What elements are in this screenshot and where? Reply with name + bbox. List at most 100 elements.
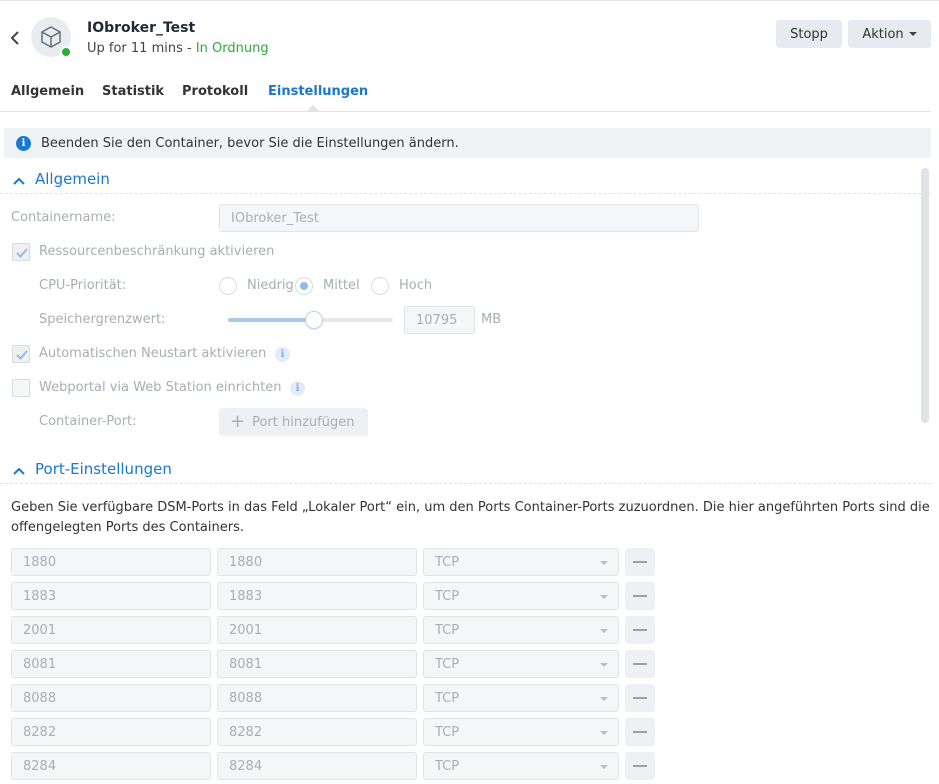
protocol-value: TCP (435, 690, 460, 706)
port-mapping-row: 1880 1880 TCP (0, 548, 660, 576)
dropdown-arrow-icon (600, 697, 608, 701)
protocol-select[interactable]: TCP (423, 650, 619, 678)
section-general-title: Allgemein (35, 170, 110, 188)
plus-icon: + (230, 411, 246, 432)
local-port-input[interactable]: 2001 (11, 616, 211, 644)
section-general-header[interactable]: Allgemein (0, 170, 931, 194)
container-port-input[interactable]: 8284 (217, 752, 417, 780)
webportal-label: Webportal via Web Station einrichten (39, 380, 282, 395)
auto-restart-checkbox[interactable] (12, 345, 30, 363)
port-mapping-row: 8284 8284 TCP (0, 752, 660, 780)
container-name-input[interactable]: IObroker_Test (219, 204, 699, 232)
port-mapping-row: 8081 8081 TCP (0, 650, 660, 678)
info-banner-text: Beenden Sie den Container, bevor Sie die… (41, 135, 459, 151)
port-mapping-row: 2001 2001 TCP (0, 616, 660, 644)
port-mapping-row: 8088 8088 TCP (0, 684, 660, 712)
protocol-select[interactable]: TCP (423, 548, 619, 576)
action-dropdown-button[interactable]: Aktion (848, 20, 931, 48)
top-divider (0, 0, 939, 1)
remove-port-button[interactable] (625, 650, 655, 678)
local-port-input[interactable]: 1880 (11, 548, 211, 576)
local-port-input[interactable]: 8081 (11, 650, 211, 678)
section-port-settings-title: Port-Einstellungen (35, 460, 172, 478)
port-settings-description: Geben Sie verfügbare DSM-Ports in das Fe… (11, 500, 930, 535)
remove-port-button[interactable] (625, 718, 655, 746)
dropdown-arrow-icon (600, 629, 608, 633)
protocol-select[interactable]: TCP (423, 616, 619, 644)
tab-log[interactable]: Protokoll (182, 84, 248, 99)
container-port-input[interactable]: 8088 (217, 684, 417, 712)
container-port-input[interactable]: 2001 (217, 616, 417, 644)
memory-slider-thumb[interactable] (305, 311, 323, 329)
add-port-button[interactable]: + Port hinzufügen (219, 408, 368, 436)
protocol-value: TCP (435, 622, 460, 638)
container-port-input[interactable]: 8081 (217, 650, 417, 678)
container-port-input[interactable]: 8282 (217, 718, 417, 746)
memory-value-input[interactable]: 10795 (404, 306, 475, 334)
dropdown-arrow-icon (600, 731, 608, 735)
tab-general[interactable]: Allgemein (11, 84, 84, 99)
remove-port-button[interactable] (625, 582, 655, 610)
container-port-input[interactable]: 1883 (217, 582, 417, 610)
dropdown-arrow-icon (600, 663, 608, 667)
local-port-input[interactable]: 8282 (11, 718, 211, 746)
protocol-select[interactable]: TCP (423, 752, 619, 780)
remove-port-button[interactable] (625, 548, 655, 576)
port-mapping-row: 8282 8282 TCP (0, 718, 660, 746)
action-button-label: Aktion (862, 26, 904, 42)
container-port-label: Container-Port: (39, 414, 137, 429)
health-status: In Ordnung (195, 41, 269, 56)
local-port-input[interactable]: 8088 (11, 684, 211, 712)
cpu-high-label: Hoch (399, 278, 433, 293)
protocol-value: TCP (435, 758, 460, 774)
uptime-text: Up for 11 mins - (87, 41, 196, 56)
memory-unit-label: MB (481, 312, 502, 327)
container-subtitle: Up for 11 mins - In Ordnung (87, 41, 269, 56)
webportal-checkbox[interactable] (12, 379, 30, 397)
running-status-dot (60, 46, 72, 58)
back-chevron-icon[interactable] (9, 29, 23, 47)
info-icon: i (16, 135, 31, 151)
local-port-input[interactable]: 1883 (11, 582, 211, 610)
protocol-select[interactable]: TCP (423, 718, 619, 746)
info-banner: i Beenden Sie den Container, bevor Sie d… (4, 128, 931, 158)
cpu-low-label: Niedrig (247, 278, 294, 293)
dropdown-arrow-icon (600, 561, 608, 565)
caret-down-icon (908, 32, 917, 36)
vertical-scrollbar[interactable] (921, 168, 929, 423)
section-port-settings-header[interactable]: Port-Einstellungen (0, 460, 931, 484)
remove-port-button[interactable] (625, 752, 655, 780)
container-port-input[interactable]: 1880 (217, 548, 417, 576)
container-title: IObroker_Test (87, 20, 196, 36)
memory-slider-fill (228, 318, 314, 322)
resource-limit-checkbox[interactable] (12, 243, 30, 261)
protocol-value: TCP (435, 554, 460, 570)
auto-restart-label: Automatischen Neustart aktivieren (39, 346, 267, 361)
cpu-high-radio[interactable] (371, 277, 389, 295)
dropdown-arrow-icon (600, 765, 608, 769)
auto-restart-info-icon[interactable]: i (275, 347, 290, 362)
stop-button[interactable]: Stopp (776, 20, 842, 48)
cpu-low-radio[interactable] (219, 277, 237, 295)
protocol-select[interactable]: TCP (423, 684, 619, 712)
tab-settings[interactable]: Einstellungen (268, 84, 368, 99)
port-mapping-row: 1883 1883 TCP (0, 582, 660, 610)
cpu-priority-label: CPU-Priorität: (39, 278, 127, 293)
remove-port-button[interactable] (625, 684, 655, 712)
remove-port-button[interactable] (625, 616, 655, 644)
protocol-value: TCP (435, 724, 460, 740)
container-name-label: Containername: (11, 210, 116, 225)
resource-limit-label: Ressourcenbeschränkung aktivieren (39, 244, 275, 259)
local-port-input[interactable]: 8284 (11, 752, 211, 780)
protocol-value: TCP (435, 656, 460, 672)
memory-limit-label: Speichergrenzwert: (39, 312, 166, 327)
dropdown-arrow-icon (600, 595, 608, 599)
tab-statistics[interactable]: Statistik (102, 84, 164, 99)
cpu-medium-radio[interactable] (295, 277, 313, 295)
tab-bar: Allgemein Statistik Protokoll Einstellun… (0, 84, 931, 112)
add-port-label: Port hinzufügen (252, 414, 355, 430)
active-tab-indicator (307, 105, 319, 111)
protocol-select[interactable]: TCP (423, 582, 619, 610)
cpu-medium-label: Mittel (323, 278, 360, 293)
webportal-info-icon[interactable]: i (290, 381, 305, 396)
